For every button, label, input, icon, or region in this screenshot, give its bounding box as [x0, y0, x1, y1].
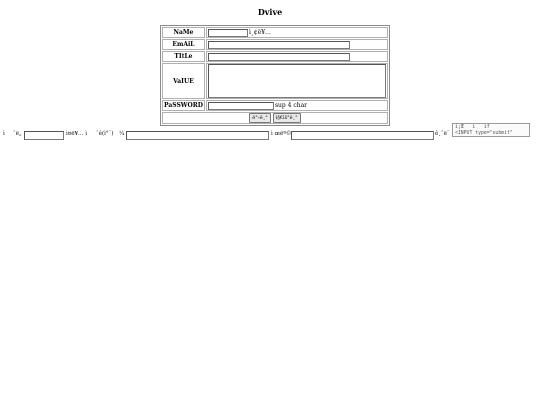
search-label-2: ˆë„	[13, 131, 22, 137]
password-hint: sup 4 char	[274, 102, 308, 109]
search-label-5: ¼	[119, 131, 125, 137]
title-row: TItLe	[162, 51, 388, 62]
tooltip-line-2: <INPUT type="submit"	[455, 131, 513, 136]
name-hint: ì¸¢ë¥…	[248, 29, 272, 36]
tooltip-line-1: ì¡Œ ì ìf	[455, 125, 490, 130]
password-cell: sup 4 char	[205, 100, 388, 111]
title-label: TItLe	[162, 51, 205, 62]
password-row: PaSSWORD sup 4 char	[162, 100, 388, 111]
reset-button[interactable]: ì§€ìš°ê¸°	[272, 113, 301, 123]
buttons-cell: ë°›ê¸° ì§€ìš°ê¸°	[162, 112, 388, 124]
email-cell	[205, 39, 388, 50]
name-row: NaMe ì¸¢ë¥…	[162, 27, 388, 38]
email-input[interactable]	[207, 40, 350, 49]
title-cell	[205, 51, 388, 62]
source-tooltip: ì¡Œ ì ìf <INPUT type="submit"	[452, 123, 530, 137]
submit-button[interactable]: ë°›ê¸°	[249, 113, 271, 123]
name-input[interactable]	[207, 28, 248, 37]
search-input-3[interactable]	[291, 131, 434, 140]
write-form: NaMe ì¸¢ë¥… EmAiL TItLe VaIUE PaSSWORD s…	[160, 25, 390, 126]
search-label-1: ì	[3, 131, 5, 137]
buttons-row: ë°›ê¸° ì§€ìš°ê¸°	[162, 112, 388, 124]
value-label: VaIUE	[162, 63, 205, 99]
page-title: Dvive	[257, 7, 283, 17]
search-label-4: ˆê(ì°¨)	[96, 131, 114, 137]
email-row: EmAiL	[162, 39, 388, 50]
password-input[interactable]	[207, 101, 274, 110]
name-cell: ì¸¢ë¥…	[205, 27, 388, 38]
value-cell	[205, 63, 388, 99]
search-input-1[interactable]	[24, 131, 64, 140]
name-label: NaMe	[162, 27, 205, 38]
value-row: VaIUE	[162, 63, 388, 99]
search-label-7: ê¸ˆë¨	[435, 131, 450, 137]
value-textarea[interactable]	[207, 64, 386, 98]
search-label-3: ì¤ë¥… ì	[66, 131, 88, 137]
password-label: PaSSWORD	[162, 100, 205, 111]
search-label-6: ì œëª©	[271, 131, 292, 137]
email-label: EmAiL	[162, 39, 205, 50]
search-input-2[interactable]	[126, 131, 269, 140]
title-input[interactable]	[207, 52, 350, 61]
